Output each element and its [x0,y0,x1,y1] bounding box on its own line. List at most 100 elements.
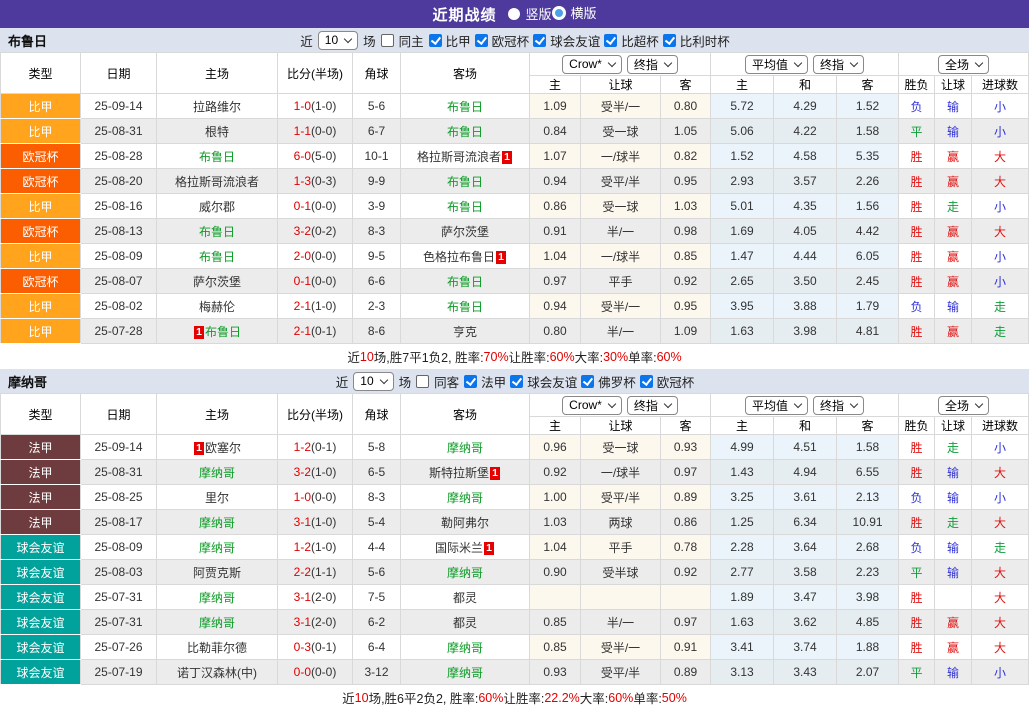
odds-handicap-cell: 受半球 [581,560,661,585]
team-cell: 阿贾克斯 [157,560,278,585]
matches-table: 类型日期主场比分(半场)角球客场Crow*终指平均值终指全场主让球客主和客胜负让… [0,52,1029,344]
league-checkbox-2[interactable] [510,375,523,388]
league-checkbox-3[interactable] [533,34,546,47]
scope-select[interactable]: 全场 [938,55,989,74]
odds-stage-select[interactable]: 终指 [627,396,678,415]
layout-radio-vertical[interactable]: 竖版 [508,4,551,23]
team-cell: 威尔郡 [157,194,278,219]
odds-home-cell: 1.07 [530,144,581,169]
league-cell: 欧冠杯 [1,219,81,244]
date-cell: 25-08-16 [81,194,157,219]
team-cell: 摩纳哥 [157,510,278,535]
avg-away-cell: 2.45 [837,269,899,294]
odds-away-cell: 0.80 [661,94,711,119]
sub-header-2: 让球 [581,76,661,94]
halftime-score: (0-1) [311,440,336,454]
summary-segment: 30% [603,350,628,364]
odds-source-select[interactable]: Crow* [562,55,622,74]
match-row: 比甲25-08-09布鲁日2-0(0-0)9-5色格拉布鲁日11.04一/球半0… [1,244,1029,269]
sub-header-4: 主 [711,76,774,94]
league-checkbox-1[interactable] [464,375,477,388]
league-checkbox-2[interactable] [475,34,488,47]
corners-cell: 5-8 [353,435,401,460]
team-name: 布鲁日 [8,31,47,50]
avg-stage-select[interactable]: 终指 [813,55,864,74]
odds-away-cell: 0.86 [661,510,711,535]
avg-away-cell: 3.98 [837,585,899,610]
league-cell: 比甲 [1,94,81,119]
score-cell: 1-3(0-3) [278,169,353,194]
team-label: 格拉斯哥流浪者 [175,175,259,189]
filter-bar: 摩纳哥近10场同客法甲球会友谊佛罗杯欧冠杯 [0,369,1029,393]
score-cell: 6-0(5-0) [278,144,353,169]
result-outcome-cell: 胜 [899,169,935,194]
sub-header-2: 让球 [581,417,661,435]
avg-away-cell: 2.23 [837,560,899,585]
avg-group-header: 平均值终指 [711,394,899,417]
team-cell: 摩纳哥 [401,485,530,510]
odds-home-cell: 1.00 [530,485,581,510]
summary-segment: 60% [657,350,682,364]
date-cell: 25-08-03 [81,560,157,585]
result-outcome-cell: 胜 [899,194,935,219]
same-venue-checkbox[interactable] [381,34,394,47]
league-checkbox-4[interactable] [604,34,617,47]
league-checkbox-label: 比利时杯 [680,31,730,50]
summary-segment: 50% [662,691,687,705]
league-cell: 欧冠杯 [1,169,81,194]
league-checkbox-3[interactable] [581,375,594,388]
layout-radio-horizontal[interactable]: 横版 [552,3,597,22]
odds-source-select[interactable]: Crow* [562,396,622,415]
match-row: 欧冠杯25-08-20格拉斯哥流浪者1-3(0-3)9-9布鲁日0.94受平/半… [1,169,1029,194]
team-section-2: 摩纳哥近10场同客法甲球会友谊佛罗杯欧冠杯类型日期主场比分(半场)角球客场Cro… [0,369,1029,710]
sub-header-5: 和 [774,417,837,435]
odds-handicap-cell: 一/球半 [581,460,661,485]
score-cell: 1-0(0-0) [278,485,353,510]
avg-stage-select-value: 终指 [820,397,844,414]
halftime-score: (0-0) [311,274,336,288]
team-cell: 布鲁日 [401,194,530,219]
match-row: 比甲25-08-02梅赫伦2-1(1-0)2-3布鲁日0.94受半/一0.953… [1,294,1029,319]
team-label: 欧塞尔 [205,441,241,455]
recent-count-select-value: 10 [360,374,373,388]
avg-away-cell: 2.68 [837,535,899,560]
team-label: 布鲁日 [447,100,483,114]
red-card-badge: 1 [496,251,506,264]
avg-source-select[interactable]: 平均值 [745,55,808,74]
odds-away-cell: 0.85 [661,244,711,269]
halftime-score: (1-0) [311,299,336,313]
result-goals-cell: 大 [972,560,1029,585]
date-cell: 25-08-02 [81,294,157,319]
corners-cell: 5-6 [353,94,401,119]
result-goals-cell: 小 [972,660,1029,685]
halftime-score: (0-1) [311,640,336,654]
recent-count-select[interactable]: 10 [318,31,358,50]
radio-label: 竖版 [525,4,551,23]
score-cell: 0-1(0-0) [278,194,353,219]
odds-group-header: Crow* 终指 [530,394,711,417]
odds-group-header: Crow* 终指 [530,53,711,76]
scope-select[interactable]: 全场 [938,396,989,415]
league-checkbox-1[interactable] [429,34,442,47]
same-venue-checkbox[interactable] [416,375,429,388]
col-header-4: 比分(半场) [278,53,353,94]
radio-selected-icon [508,8,520,20]
league-checkbox-4[interactable] [640,375,653,388]
odds-stage-select[interactable]: 终指 [627,55,678,74]
odds-home-cell: 1.04 [530,244,581,269]
team-cell: 布鲁日 [401,119,530,144]
avg-stage-select[interactable]: 终指 [813,396,864,415]
league-checkbox-label: 球会友谊 [527,372,577,391]
chevron-down-icon [379,375,387,383]
odds-home-cell: 0.96 [530,435,581,460]
team-label: 都灵 [453,591,477,605]
chevron-down-icon [794,58,802,66]
team-cell: 亨克 [401,319,530,344]
recent-count-select[interactable]: 10 [353,372,393,391]
odds-handicap-cell: 平手 [581,269,661,294]
recent-prefix-label: 近 [336,372,349,391]
date-cell: 25-08-31 [81,119,157,144]
league-cell: 比甲 [1,244,81,269]
avg-source-select[interactable]: 平均值 [745,396,808,415]
league-checkbox-5[interactable] [663,34,676,47]
